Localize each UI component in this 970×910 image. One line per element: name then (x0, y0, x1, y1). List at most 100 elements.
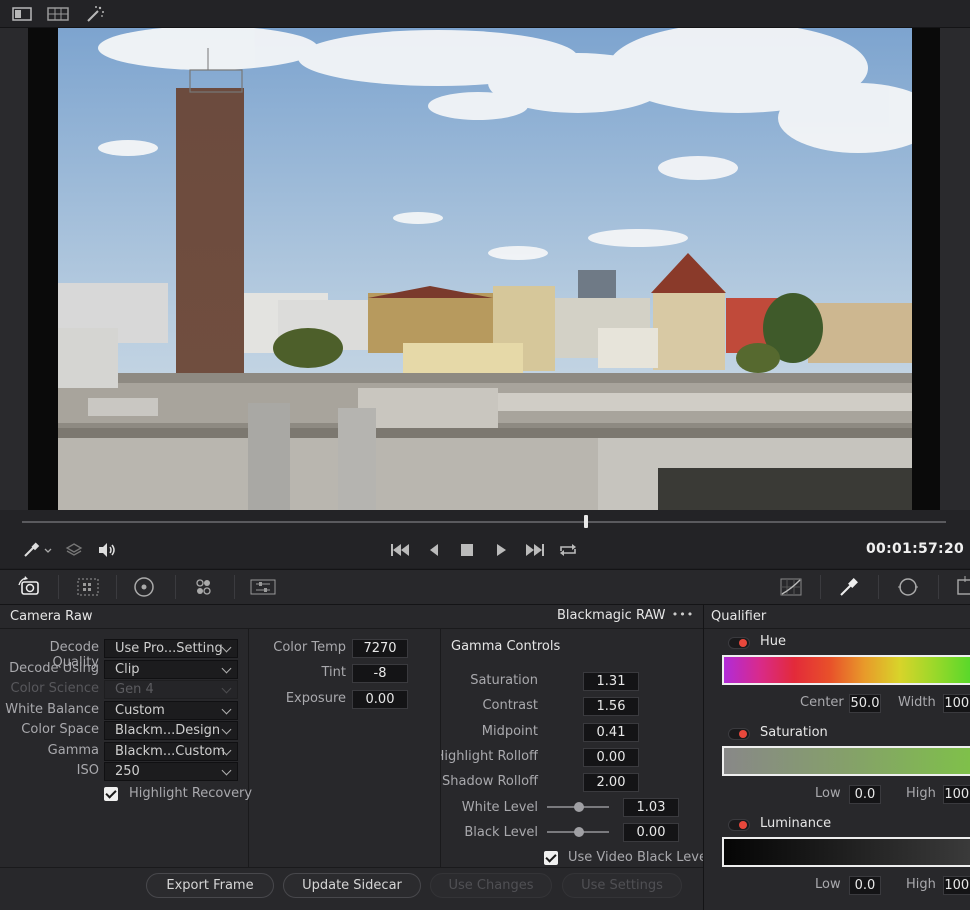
hue-range-bar[interactable] (722, 655, 970, 685)
qualifier-saturation-label: Saturation (760, 725, 828, 740)
contrast-field[interactable]: 1.56 (583, 697, 639, 716)
highlight-rolloff-label: Highlight Rolloff (441, 749, 538, 764)
contrast-label: Contrast (482, 698, 538, 713)
use-settings-button[interactable]: Use Settings (562, 873, 682, 898)
qualifier-eyedropper-icon[interactable] (838, 577, 860, 597)
raw-format-label: Blackmagic RAW (557, 608, 666, 623)
grid-view-icon[interactable] (46, 5, 70, 23)
luminance-high-field[interactable]: 100.0 (943, 876, 970, 895)
hdr-palette-icon[interactable] (192, 576, 216, 598)
rgb-mixer-icon[interactable] (250, 577, 276, 597)
chevron-down-icon (221, 683, 232, 694)
black-level-field[interactable]: 0.00 (623, 823, 679, 842)
white-level-slider-handle[interactable] (574, 802, 584, 812)
hue-center-label: Center (800, 695, 844, 710)
color-temp-label: Color Temp (273, 640, 346, 655)
chevron-down-icon (221, 642, 232, 653)
black-level-slider-handle[interactable] (574, 827, 584, 837)
export-frame-button[interactable]: Export Frame (146, 873, 274, 898)
qualifier-title: Qualifier (711, 609, 767, 624)
saturation-label: Saturation (470, 673, 538, 688)
luminance-toggle[interactable] (728, 819, 750, 831)
camera-raw-palette-icon[interactable] (16, 575, 44, 599)
exposure-label: Exposure (285, 691, 346, 706)
timecode-display: 00:01:57:20 (866, 541, 965, 557)
iso-dropdown[interactable]: 250 (104, 762, 238, 781)
camera-raw-title: Camera Raw (10, 609, 93, 624)
hue-width-field[interactable]: 100.0 (943, 694, 970, 713)
playhead[interactable] (583, 515, 588, 528)
chevron-down-icon (221, 765, 232, 776)
saturation-field[interactable]: 1.31 (583, 672, 639, 691)
curves-icon[interactable] (779, 577, 803, 597)
use-changes-button[interactable]: Use Changes (430, 873, 552, 898)
update-sidecar-button[interactable]: Update Sidecar (283, 873, 421, 898)
luminance-label: Luminance (760, 816, 832, 831)
saturation-low-field[interactable]: 0.0 (849, 785, 881, 804)
highlight-rolloff-field[interactable]: 0.00 (583, 748, 639, 767)
shadow-rolloff-field[interactable]: 2.00 (583, 773, 639, 792)
use-video-black-level-checkbox[interactable] (544, 851, 558, 865)
hue-width-label: Width (898, 695, 936, 710)
hue-label: Hue (760, 634, 787, 649)
white-level-label: White Level (461, 800, 538, 815)
more-options-button[interactable]: ••• (668, 607, 698, 625)
saturation-range-bar[interactable] (722, 746, 970, 776)
play-icon[interactable] (494, 542, 508, 558)
transport-bar (0, 510, 970, 568)
go-to-end-icon[interactable] (523, 542, 545, 558)
decode-using-label: Decode Using (9, 661, 99, 676)
luminance-high-label: High (906, 877, 936, 892)
tint-field[interactable]: -8 (352, 664, 408, 683)
luminance-range-bar[interactable] (722, 837, 970, 867)
color-science-dropdown: Gen 4 (104, 680, 238, 699)
luminance-low-label: Low (815, 877, 841, 892)
saturation-toggle[interactable] (728, 728, 750, 740)
hue-toggle[interactable] (728, 637, 750, 649)
step-back-icon[interactable] (427, 542, 441, 558)
single-viewer-icon[interactable] (10, 5, 34, 23)
go-to-start-icon[interactable] (390, 542, 412, 558)
color-match-icon[interactable] (76, 577, 100, 597)
volume-icon[interactable] (97, 541, 117, 559)
white-balance-label: White Balance (5, 702, 99, 717)
use-video-black-level-label: Use Video Black Level (568, 850, 711, 865)
chevron-down-icon (221, 663, 232, 674)
exposure-field[interactable]: 0.00 (352, 690, 408, 709)
highlight-recovery-checkbox[interactable] (104, 787, 118, 801)
tracker-icon[interactable] (954, 576, 970, 598)
color-temp-field[interactable]: 7270 (352, 639, 408, 658)
decode-quality-dropdown[interactable]: Use Pro...Setting (104, 639, 238, 658)
viewer-image[interactable] (58, 28, 912, 510)
eyedropper-dropdown[interactable] (22, 541, 54, 559)
tint-label: Tint (321, 665, 347, 680)
color-science-label: Color Science (10, 681, 99, 696)
stop-icon[interactable] (460, 543, 474, 557)
luminance-low-field[interactable]: 0.0 (849, 876, 881, 895)
hue-center-field[interactable]: 50.0 (849, 694, 881, 713)
decode-using-dropdown[interactable]: Clip (104, 660, 238, 679)
chevron-down-icon (221, 704, 232, 715)
gamma-dropdown[interactable]: Blackm...Custom (104, 742, 238, 761)
magic-wand-icon[interactable] (83, 5, 107, 23)
window-icon[interactable] (896, 576, 920, 598)
highlight-recovery-label: Highlight Recovery (129, 786, 253, 801)
color-space-dropdown[interactable]: Blackm...Design (104, 721, 238, 740)
timeline-scrubber[interactable] (22, 521, 946, 523)
saturation-high-label: High (906, 786, 936, 801)
black-level-label: Black Level (464, 825, 538, 840)
midpoint-label: Midpoint (481, 724, 538, 739)
saturation-high-field[interactable]: 100.0 (943, 785, 970, 804)
white-level-field[interactable]: 1.03 (623, 798, 679, 817)
saturation-low-label: Low (815, 786, 841, 801)
viewer-toolbar (0, 0, 970, 28)
gamma-controls-title: Gamma Controls (451, 639, 561, 654)
loop-icon[interactable] (558, 542, 578, 558)
white-balance-dropdown[interactable]: Custom (104, 701, 238, 720)
color-space-label: Color Space (21, 722, 99, 737)
layers-icon[interactable] (65, 541, 83, 559)
shadow-rolloff-label: Shadow Rolloff (442, 774, 538, 789)
midpoint-field[interactable]: 0.41 (583, 723, 639, 742)
iso-label: ISO (76, 763, 99, 778)
color-wheels-icon[interactable] (133, 576, 155, 598)
